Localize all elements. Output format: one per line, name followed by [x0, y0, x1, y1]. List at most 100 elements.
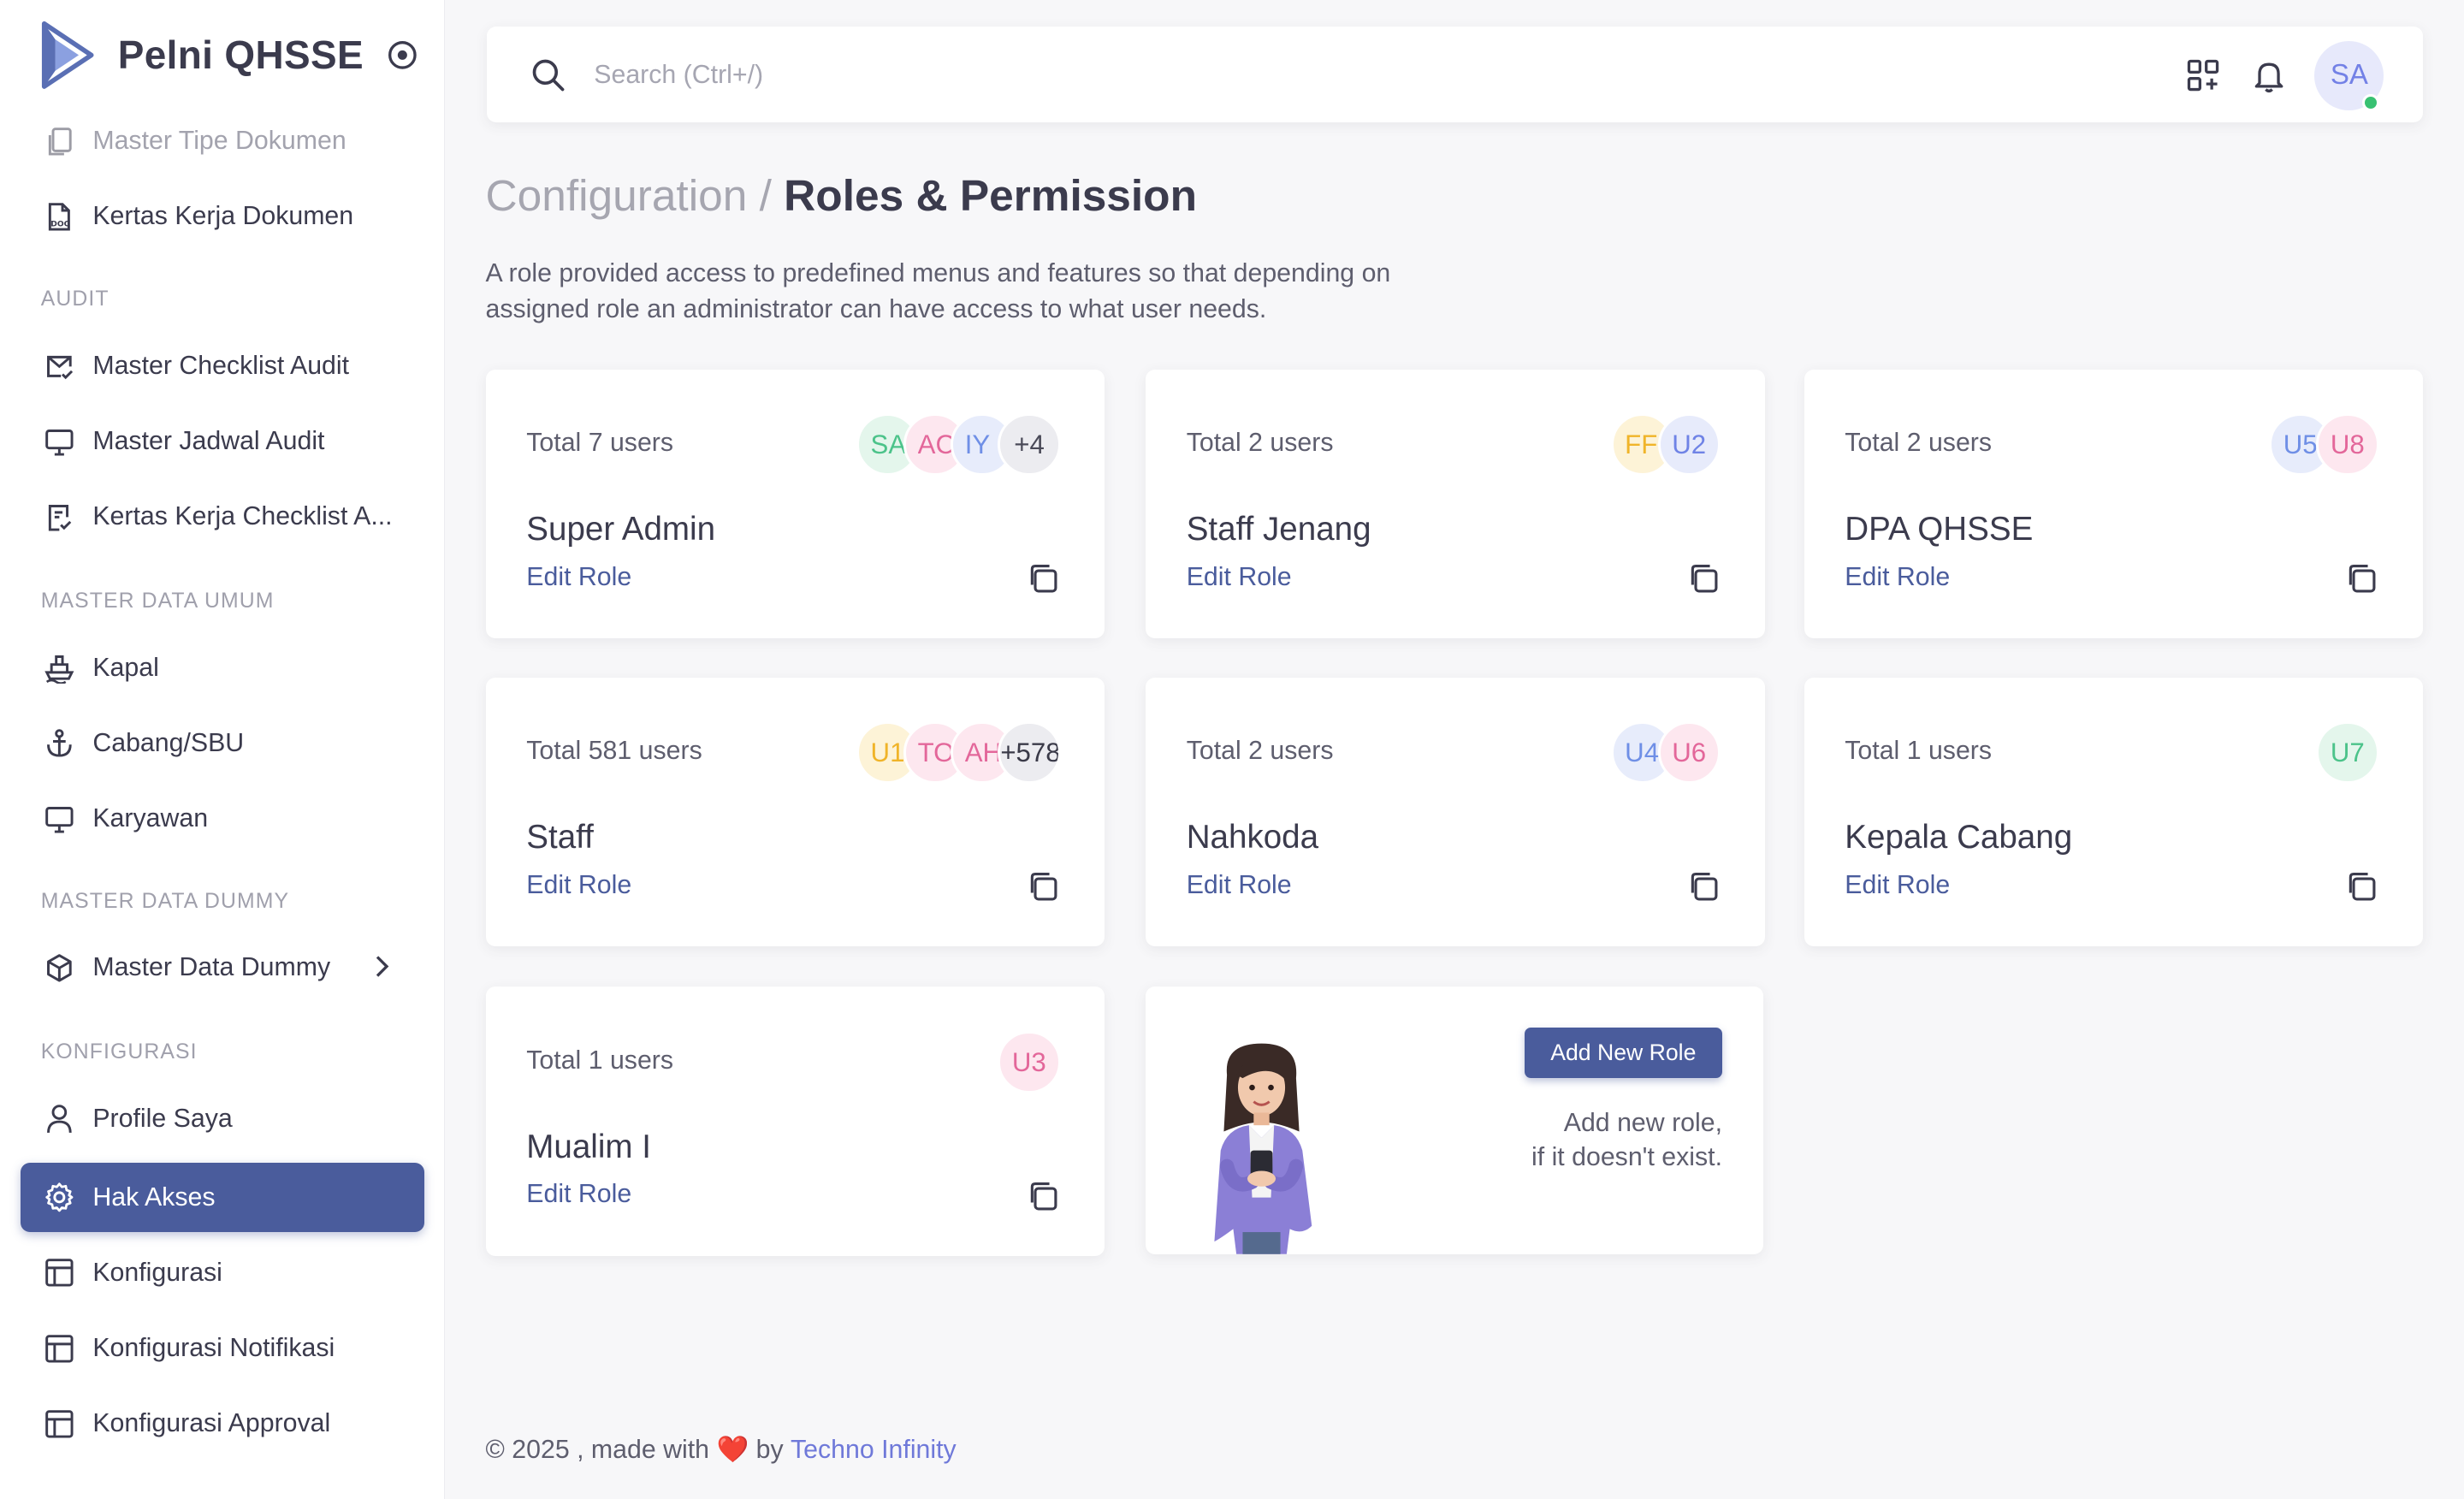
- role-total-users: Total 1 users: [526, 1046, 674, 1075]
- copy-icon[interactable]: [1026, 869, 1060, 904]
- edit-role-link[interactable]: Edit Role: [526, 1180, 631, 1209]
- page-title: Configuration / Roles & Permission: [486, 169, 1197, 221]
- avatar-initials: U1: [870, 737, 905, 767]
- clipboard-check-icon: [43, 500, 77, 534]
- sidebar-item-master-jadwal-audit[interactable]: Master Jadwal Audit: [21, 407, 424, 477]
- bell-icon[interactable]: [2250, 56, 2288, 94]
- edit-role-link[interactable]: Edit Role: [1845, 871, 1950, 900]
- footer-copyright: © 2025 , made with: [485, 1435, 710, 1464]
- sidebar-item-master-checklist-audit[interactable]: Master Checklist Audit: [21, 332, 424, 401]
- role-avatar-group: +4 IY AC SA: [856, 413, 1061, 477]
- user-avatar[interactable]: U8: [2316, 413, 2379, 477]
- edit-role-link[interactable]: Edit Role: [1187, 871, 1292, 900]
- add-role-note: Add new role, if it doesn't exist.: [1531, 1106, 1722, 1176]
- copy-icon[interactable]: [1026, 561, 1060, 595]
- sidebar-toggle-icon[interactable]: [387, 39, 418, 71]
- role-card: Total 581 users +578 AH TO U1 Staff Edit Role: [485, 677, 1105, 946]
- description-line: assigned role an administrator can have …: [485, 294, 1267, 323]
- sidebar-item-karyawan[interactable]: Karyawan: [21, 785, 424, 854]
- avatar-initials: +578: [1000, 737, 1058, 767]
- section-label-master-data-umum: MASTER DATA UMUM: [40, 589, 275, 613]
- copy-icon[interactable]: [1686, 869, 1721, 904]
- user-avatar[interactable]: U6: [1657, 721, 1721, 785]
- app-name: Pelni QHSSE: [117, 33, 364, 78]
- sidebar-item-label: Kapal: [92, 653, 159, 682]
- sidebar-item-master-data-dummy[interactable]: Master Data Dummy: [21, 933, 424, 1003]
- monitor-icon: [43, 424, 77, 459]
- footer-by: by: [755, 1435, 784, 1464]
- sidebar-item-konfigurasi[interactable]: Konfigurasi: [21, 1238, 424, 1307]
- doc-file-icon: DOC: [43, 199, 77, 234]
- sidebar-item-label: Master Jadwal Audit: [92, 427, 325, 456]
- breadcrumb[interactable]: Configuration /: [486, 170, 772, 220]
- edit-role-link[interactable]: Edit Role: [526, 563, 631, 592]
- role-card: Total 2 users U2 FF Staff Jenang Edit Role: [1145, 369, 1765, 638]
- character-illustration: [1214, 1043, 1312, 1254]
- search-input[interactable]: [594, 53, 1537, 98]
- copy-icon[interactable]: [2344, 869, 2378, 904]
- sidebar-item-cabang-sbu[interactable]: Cabang/SBU: [21, 708, 424, 778]
- table-icon: [43, 1407, 77, 1441]
- sidebar-item-kapal[interactable]: Kapal: [21, 633, 424, 702]
- role-name: DPA QHSSE: [1845, 510, 2034, 548]
- table-icon: [43, 1256, 77, 1290]
- monitor-icon: [43, 802, 77, 836]
- role-card: Total 2 users U6 U4 Nahkoda Edit Role: [1145, 677, 1765, 946]
- sidebar-item-konfigurasi-notifikasi[interactable]: Konfigurasi Notifikasi: [21, 1313, 424, 1383]
- role-card: Total 1 users U7 Kepala Cabang Edit Role: [1804, 677, 2424, 946]
- avatar-initials: U3: [1011, 1046, 1046, 1077]
- edit-role-link[interactable]: Edit Role: [1187, 563, 1292, 592]
- add-role-note-line: Add new role,: [1563, 1109, 1723, 1138]
- role-total-users: Total 581 users: [526, 737, 702, 766]
- avatar-initials: U8: [2330, 429, 2365, 459]
- copy-icon[interactable]: [1686, 561, 1721, 595]
- brand[interactable]: Pelni QHSSE: [41, 19, 434, 91]
- role-card: Total 7 users +4 IY AC SA Super Admin Edit Rol…: [485, 369, 1105, 638]
- avatar-initials: U7: [2330, 737, 2365, 767]
- shortcuts-grid-icon[interactable]: [2184, 56, 2222, 94]
- copy-icon[interactable]: [2344, 561, 2378, 595]
- ship-icon: [43, 650, 77, 684]
- sidebar-item-label: Karyawan: [92, 803, 209, 832]
- page-title-current: Roles & Permission: [784, 170, 1197, 221]
- role-total-users: Total 1 users: [1845, 737, 1993, 766]
- sidebar-item-label: Master Data Dummy: [92, 953, 331, 982]
- edit-role-link[interactable]: Edit Role: [526, 871, 631, 900]
- svg-text:DOC: DOC: [51, 219, 70, 228]
- role-total-users: Total 2 users: [1186, 737, 1334, 766]
- user-avatar[interactable]: U2: [1657, 413, 1721, 477]
- sidebar-item-label: Konfigurasi: [92, 1258, 222, 1287]
- user-icon: [43, 1102, 77, 1136]
- role-total-users: Total 7 users: [526, 429, 674, 458]
- role-avatar-group: U6 U4: [1610, 721, 1721, 785]
- sidebar-item-kertas-kerja-checklist[interactable]: Kertas Kerja Checklist A...: [21, 483, 424, 552]
- avatar-initials: SA: [870, 429, 905, 459]
- copy-icon[interactable]: [1026, 1179, 1060, 1213]
- avatar-initials: AC: [917, 429, 953, 459]
- sidebar-item-kertas-kerja-dokumen[interactable]: DOC Kertas Kerja Dokumen: [21, 182, 424, 252]
- section-label-audit: AUDIT: [40, 287, 110, 311]
- user-avatar[interactable]: U7: [2316, 721, 2379, 785]
- role-card: Total 2 users U8 U5 DPA QHSSE Edit Role: [1804, 369, 2424, 638]
- box-icon: [43, 951, 77, 985]
- user-avatar[interactable]: U3: [998, 1030, 1061, 1094]
- avatar-initials: IY: [964, 429, 991, 459]
- add-new-role-button[interactable]: Add New Role: [1524, 1028, 1723, 1078]
- add-role-note-line: if it doesn't exist.: [1531, 1143, 1723, 1172]
- more-users-badge[interactable]: +4: [998, 413, 1061, 477]
- search-icon[interactable]: [530, 56, 567, 94]
- sidebar-item-konfigurasi-approval[interactable]: Konfigurasi Approval: [21, 1389, 424, 1459]
- sidebar-item-master-tipe-dokumen[interactable]: Master Tipe Dokumen: [21, 107, 424, 176]
- footer-company-link[interactable]: Techno Infinity: [791, 1436, 957, 1464]
- sidebar-item-profile-saya[interactable]: Profile Saya: [21, 1084, 424, 1153]
- avatar-initials: AH: [964, 737, 1000, 767]
- sidebar-item-label: Master Tipe Dokumen: [92, 127, 346, 156]
- app-logo-icon: [41, 21, 94, 89]
- sidebar-item-label: Konfigurasi Approval: [92, 1409, 331, 1438]
- edit-role-link[interactable]: Edit Role: [1845, 563, 1950, 592]
- more-users-badge[interactable]: +578: [998, 721, 1061, 785]
- online-status-dot: [2361, 94, 2379, 112]
- sidebar-item-label: Cabang/SBU: [92, 728, 245, 757]
- sidebar-item-hak-akses[interactable]: Hak Akses: [20, 1163, 424, 1232]
- sidebar-item-label: Kertas Kerja Dokumen: [92, 202, 354, 231]
